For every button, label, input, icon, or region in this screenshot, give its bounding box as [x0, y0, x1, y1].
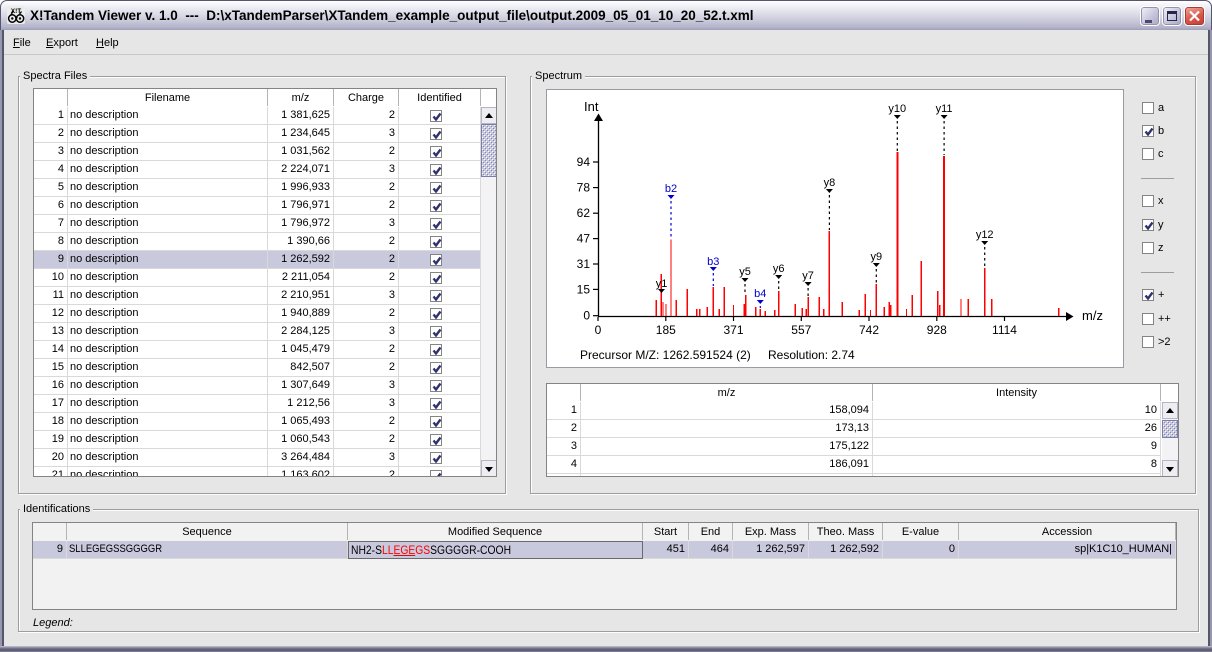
svg-text:y5: y5 [739, 266, 751, 278]
svg-text:Int: Int [584, 99, 599, 114]
svg-text:928: 928 [927, 323, 947, 337]
svg-text:y12: y12 [976, 229, 994, 241]
svg-text:371: 371 [723, 323, 743, 337]
svg-text:y9: y9 [870, 251, 882, 263]
svg-text:742: 742 [859, 323, 879, 337]
svg-text:557: 557 [791, 323, 811, 337]
svg-text:y10: y10 [888, 103, 906, 115]
svg-text:y7: y7 [802, 270, 814, 282]
svg-text:1114: 1114 [992, 323, 1017, 337]
svg-text:y1: y1 [656, 278, 668, 290]
svg-text:b3: b3 [707, 256, 719, 268]
svg-text:31: 31 [577, 257, 591, 271]
svg-text:78: 78 [577, 181, 591, 195]
svg-text:62: 62 [577, 206, 591, 220]
svg-text:94: 94 [577, 155, 591, 169]
svg-text:b2: b2 [665, 183, 677, 195]
svg-text:y8: y8 [824, 177, 836, 189]
svg-text:y11: y11 [936, 103, 953, 115]
svg-text:m/z: m/z [1082, 308, 1103, 323]
svg-text:15: 15 [577, 282, 591, 296]
svg-text:0: 0 [583, 309, 590, 323]
svg-text:47: 47 [577, 232, 591, 246]
svg-text:185: 185 [656, 323, 676, 337]
svg-text:b4: b4 [754, 288, 766, 300]
svg-text:y6: y6 [773, 263, 785, 275]
svg-text:0: 0 [595, 323, 602, 337]
